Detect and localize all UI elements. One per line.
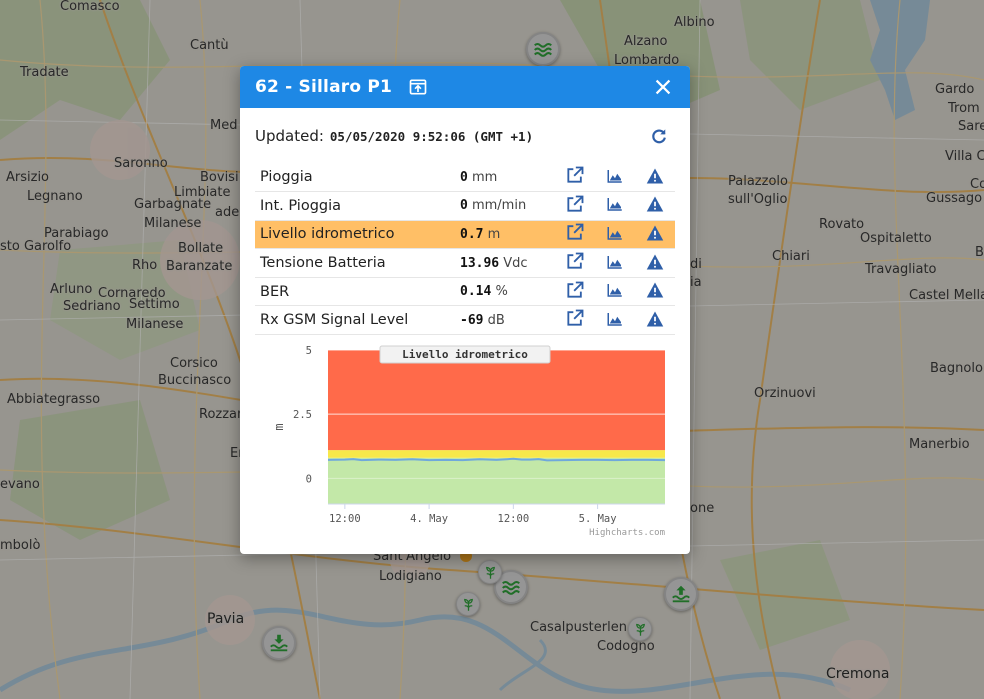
area-chart-icon[interactable] <box>605 223 625 243</box>
sensor-value: 0.14 % <box>460 277 555 306</box>
chart-y-tick-label: 0 <box>306 473 312 485</box>
chart-x-tick-label: 4. May <box>410 513 448 525</box>
sensor-value-number: 13.96 <box>460 255 500 271</box>
sensor-name: Rx GSM Signal Level <box>260 312 409 329</box>
open-external-icon[interactable] <box>565 222 585 242</box>
sensor-value: 13.96 Vdc <box>460 249 555 278</box>
chart-band <box>328 350 665 451</box>
sensor-value-number: 0.14 <box>460 284 492 300</box>
warning-icon[interactable] <box>645 252 665 272</box>
sensor-row[interactable]: Tensione Batteria 13.96 Vdc <box>255 249 675 278</box>
open-external-icon[interactable] <box>565 280 585 300</box>
open-external-icon[interactable] <box>565 308 585 328</box>
sensor-name: Livello idrometrico <box>260 226 395 243</box>
chart-y-axis-label: m <box>272 423 286 430</box>
sensor-unit: m <box>487 226 501 242</box>
sensor-unit: mm/min <box>471 198 527 214</box>
chart-title: Livello idrometrico <box>402 348 528 361</box>
open-external-icon[interactable] <box>565 165 585 185</box>
chart-credits: Highcharts.com <box>589 528 665 538</box>
warning-icon[interactable] <box>645 194 665 214</box>
close-icon[interactable] <box>652 76 674 98</box>
chart-y-tick-label: 5 <box>306 345 312 357</box>
open-external-icon[interactable] <box>565 194 585 214</box>
warning-icon[interactable] <box>645 309 665 329</box>
sensor-value-number: 0 <box>460 198 468 214</box>
area-chart-icon[interactable] <box>605 252 625 272</box>
chart-x-tick-label: 12:00 <box>329 513 361 525</box>
warning-icon[interactable] <box>645 280 665 300</box>
sensor-unit: % <box>495 284 508 300</box>
open-in-window-icon[interactable] <box>408 77 428 97</box>
sensor-row[interactable]: Int. Pioggia 0 mm/min <box>255 192 675 221</box>
sensor-value-number: 0.7 <box>460 226 484 242</box>
sensor-name: BER <box>260 283 290 300</box>
chart-y-tick-label: 2.5 <box>293 409 312 421</box>
warning-icon[interactable] <box>645 166 665 186</box>
sensor-value: 0 mm <box>460 163 555 192</box>
sensor-unit: dB <box>487 312 505 328</box>
dialog-title: 62 - Sillaro P1 <box>255 77 393 97</box>
area-chart-icon[interactable] <box>605 309 625 329</box>
updated-label: Updated: <box>255 127 324 145</box>
sensor-name: Tensione Batteria <box>260 255 386 272</box>
updated-row: Updated: 05/05/2020 9:52:06 (GMT +1) <box>255 126 675 146</box>
chart-x-tick-label: 5. May <box>579 513 617 525</box>
chart-series-area <box>328 458 665 504</box>
sensor-value: 0 mm/min <box>460 192 555 221</box>
open-external-icon[interactable] <box>565 251 585 271</box>
area-chart-icon[interactable] <box>605 166 625 186</box>
station-dialog: 62 - Sillaro P1 Updated: 05/05/2020 9:52… <box>240 66 690 554</box>
sensor-unit: mm <box>471 169 498 185</box>
dialog-header: 62 - Sillaro P1 <box>240 66 690 108</box>
sensor-unit: Vdc <box>503 255 528 271</box>
water-level-chart: 5 2.5 0 m 12:00 4. May 12:00 5. May Livello idro… <box>255 342 685 542</box>
sensor-value-number: 0 <box>460 169 468 185</box>
sensor-row[interactable]: BER 0.14 % <box>255 277 675 306</box>
sensor-row[interactable]: Livello idrometrico 0.7 m <box>255 220 675 249</box>
chart-band <box>328 450 665 458</box>
sensor-value: 0.7 m <box>460 220 555 249</box>
chart-x-tick-label: 12:00 <box>498 513 530 525</box>
area-chart-icon[interactable] <box>605 280 625 300</box>
sensor-table: Pioggia 0 mm Int. Pioggia 0 mm/min Livel… <box>255 163 675 335</box>
warning-icon[interactable] <box>645 223 665 243</box>
sensor-row[interactable]: Rx GSM Signal Level -69 dB <box>255 306 675 335</box>
refresh-icon[interactable] <box>649 126 669 146</box>
area-chart-icon[interactable] <box>605 194 625 214</box>
chart-svg: 5 2.5 0 m 12:00 4. May 12:00 5. May Livello idro… <box>272 345 666 538</box>
sensor-value: -69 dB <box>460 306 555 335</box>
sensor-name: Int. Pioggia <box>260 197 342 214</box>
sensor-name: Pioggia <box>260 169 313 186</box>
sensor-value-number: -69 <box>460 312 484 328</box>
sensor-row[interactable]: Pioggia 0 mm <box>255 163 675 192</box>
updated-timestamp: 05/05/2020 9:52:06 (GMT +1) <box>329 128 534 144</box>
